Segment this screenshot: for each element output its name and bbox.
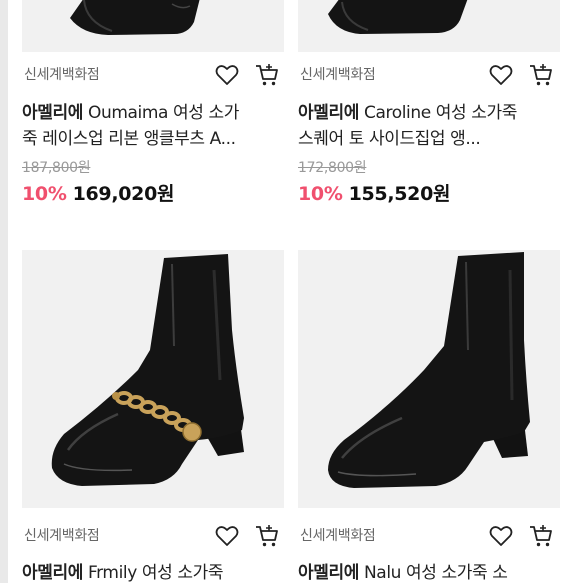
product-image-1[interactable]: [22, 0, 284, 52]
brand-name: 아멜리에: [298, 103, 359, 123]
product-card-2[interactable]: 신세계백화점 아멜리에 Caroline 여성 소가죽 스퀘어 토 사이드집업 …: [298, 0, 560, 230]
brand-name: 아멜리에: [298, 563, 359, 583]
discount-rate: 10%: [298, 183, 343, 205]
product-name: Nalu 여성 소가죽 소: [363, 563, 508, 583]
product-card-3[interactable]: 신세계백화점 아멜리에 Frmily 여성 소가죽: [22, 250, 284, 583]
product-image-4[interactable]: [298, 250, 560, 508]
left-edge-strip: [0, 0, 8, 583]
product-image-2[interactable]: [298, 0, 560, 52]
seller-name: 신세계백화점: [300, 528, 376, 544]
product-title[interactable]: 아멜리에 Caroline 여성 소가죽 스퀘어 토 사이드집업 앵...: [298, 100, 530, 152]
discount-rate: 10%: [22, 183, 67, 205]
heart-outline-icon[interactable]: [488, 523, 514, 549]
sale-price: 155,520원: [348, 183, 451, 205]
product-title[interactable]: 아멜리에 Nalu 여성 소가죽 소: [298, 560, 530, 583]
heart-outline-icon[interactable]: [214, 523, 240, 549]
cart-plus-icon[interactable]: [528, 62, 554, 88]
sale-price: 169,020원: [72, 183, 175, 205]
price-row: 10% 169,020원: [22, 179, 175, 206]
cart-plus-icon[interactable]: [528, 523, 554, 549]
seller-name: 신세계백화점: [24, 67, 100, 83]
product-title[interactable]: 아멜리에 Oumaima 여성 소가죽 레이스업 리본 앵클부츠 A...: [22, 100, 254, 152]
price-row: 10% 155,520원: [298, 179, 451, 206]
heart-outline-icon[interactable]: [488, 62, 514, 88]
product-name: Frmily 여성 소가죽: [87, 563, 224, 583]
product-card-1[interactable]: 신세계백화점 아멜리에 Oumaima 여성 소가죽 레이스업 리본 앵클부츠 …: [22, 0, 284, 230]
brand-name: 아멜리에: [22, 563, 83, 583]
seller-name: 신세계백화점: [300, 67, 376, 83]
product-card-4[interactable]: 신세계백화점 아멜리에 Nalu 여성 소가죽 소: [298, 250, 560, 583]
seller-name: 신세계백화점: [24, 528, 100, 544]
original-price: 172,800원: [298, 160, 367, 176]
original-price: 187,800원: [22, 160, 91, 176]
product-title[interactable]: 아멜리에 Frmily 여성 소가죽: [22, 560, 254, 583]
heart-outline-icon[interactable]: [214, 62, 240, 88]
brand-name: 아멜리에: [22, 103, 83, 123]
cart-plus-icon[interactable]: [254, 523, 280, 549]
product-image-3[interactable]: [22, 250, 284, 508]
cart-plus-icon[interactable]: [254, 62, 280, 88]
